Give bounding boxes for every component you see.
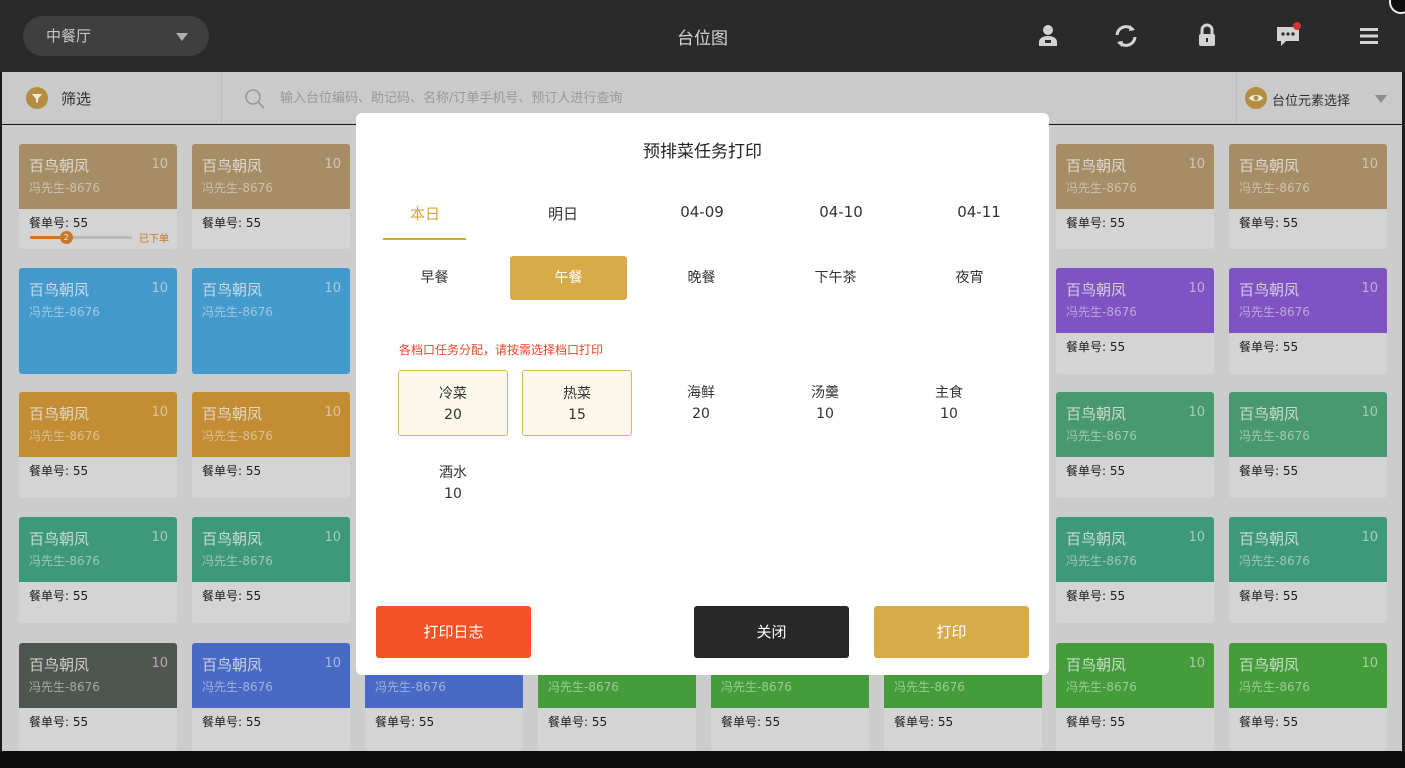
meal-late-night[interactable]: 夜宵	[911, 256, 1028, 300]
bottom-bar	[0, 751, 1405, 768]
date-tab-today[interactable]: 本日	[375, 203, 475, 224]
station-count: 15	[568, 407, 586, 423]
close-button[interactable]: 关闭	[694, 606, 849, 658]
date-tab-0409[interactable]: 04-09	[652, 203, 752, 221]
date-tab-0411[interactable]: 04-11	[929, 203, 1029, 221]
station-soup[interactable]: 汤羹 10	[770, 370, 880, 436]
station-staple[interactable]: 主食 10	[894, 370, 1004, 436]
station-count: 10	[816, 406, 834, 422]
station-name: 汤羹	[811, 385, 839, 401]
station-drinks[interactable]: 酒水 10	[398, 450, 508, 516]
meal-lunch[interactable]: 午餐	[510, 256, 627, 300]
station-count: 20	[692, 406, 710, 422]
pre-dish-print-dialog: 预排菜任务打印 本日 明日 04-09 04-10 04-11 早餐 午餐 晚餐…	[356, 113, 1049, 675]
meal-dinner[interactable]: 晚餐	[643, 256, 760, 300]
station-name: 海鲜	[687, 385, 715, 401]
print-log-button[interactable]: 打印日志	[376, 606, 531, 658]
station-count: 10	[444, 486, 462, 502]
station-hint: 各档口任务分配，请按需选择档口打印	[399, 343, 604, 357]
station-name: 主食	[935, 385, 963, 401]
station-count: 20	[444, 407, 462, 423]
dialog-title: 预排菜任务打印	[643, 142, 762, 162]
station-name: 冷菜	[439, 386, 467, 402]
station-seafood[interactable]: 海鲜 20	[646, 370, 756, 436]
print-button[interactable]: 打印	[874, 606, 1029, 658]
date-tab-indicator	[383, 238, 466, 240]
station-name: 热菜	[563, 386, 591, 402]
station-cold-dishes[interactable]: 冷菜 20	[398, 370, 508, 436]
meal-afternoon-tea[interactable]: 下午茶	[777, 256, 894, 300]
meal-breakfast[interactable]: 早餐	[376, 256, 493, 300]
station-hot-dishes[interactable]: 热菜 15	[522, 370, 632, 436]
date-tab-tomorrow[interactable]: 明日	[513, 203, 613, 224]
station-count: 10	[940, 406, 958, 422]
station-name: 酒水	[439, 465, 467, 481]
date-tab-0410[interactable]: 04-10	[791, 203, 891, 221]
